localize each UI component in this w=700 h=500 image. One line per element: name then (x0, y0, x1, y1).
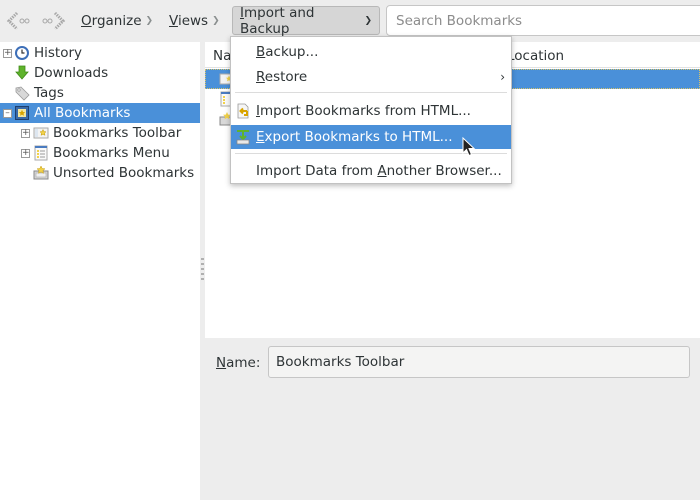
sidebar-item-label: Tags (34, 85, 64, 101)
unsorted-bookmarks-icon (33, 165, 49, 180)
sidebar-item-label: Downloads (34, 65, 109, 81)
sidebar-item-bookmarks-toolbar[interactable]: + Bookmarks Toolbar (0, 123, 200, 143)
chevron-down-icon: ❯ (145, 15, 154, 26)
sidebar-item-tags[interactable]: Tags (0, 83, 200, 103)
grip-dot (201, 273, 204, 275)
menu-item-import-from-browser[interactable]: Import Data from Another Browser... (231, 159, 511, 183)
menu-item-label: Import Data from Another Browser... (256, 163, 502, 179)
sidebar-item-label: Unsorted Bookmarks (53, 165, 195, 181)
sidebar-item-bookmarks-menu[interactable]: + Bookmarks Menu (0, 143, 200, 163)
menu-item-import-bookmarks-html[interactable]: Import Bookmarks from HTML... (231, 99, 511, 123)
search-bookmarks-input[interactable] (386, 5, 700, 36)
chevron-down-icon: ❯ (364, 15, 372, 26)
import-html-icon (237, 103, 249, 119)
bookmarks-toolbar-icon (33, 127, 49, 139)
views-menu-button[interactable]: Views ❯ (162, 6, 227, 35)
back-arrow-icon (6, 11, 30, 31)
bookmarks-menu-icon (34, 145, 48, 161)
back-button[interactable] (4, 8, 32, 34)
chevron-down-icon: ❯ (212, 15, 220, 26)
expand-icon[interactable]: + (21, 148, 30, 158)
menu-item-label: Import Bookmarks from HTML... (256, 103, 471, 119)
expand-icon[interactable]: + (3, 48, 12, 58)
menu-item-label: Restore (256, 69, 308, 85)
grip-dot (201, 263, 204, 265)
menu-item-label: Backup... (256, 44, 319, 60)
bookmarks-library-icon (15, 106, 29, 120)
sidebar-item-downloads[interactable]: Downloads (0, 63, 200, 83)
sidebar-item-label: Bookmarks Menu (53, 145, 170, 161)
organize-menu-button[interactable]: Organize ❯ (74, 6, 160, 35)
import-and-backup-label: Import and Backup (240, 4, 315, 37)
collapse-icon[interactable]: – (3, 108, 12, 118)
name-label: Name: (216, 355, 261, 371)
export-html-icon (236, 130, 250, 145)
sidebar-item-unsorted-bookmarks[interactable]: Unsorted Bookmarks (0, 163, 200, 183)
details-pane: Name: (205, 338, 700, 500)
sidebar-item-label: History (34, 45, 83, 61)
mouse-cursor-icon (462, 137, 476, 157)
import-and-backup-dropdown: Backup... Restore › Import Bookmarks fro… (230, 36, 512, 184)
tag-icon (15, 86, 30, 101)
submenu-arrow-icon: › (500, 70, 505, 84)
forward-button[interactable] (40, 8, 68, 34)
views-label: Views (169, 12, 209, 29)
menu-item-restore[interactable]: Restore › (231, 65, 511, 89)
import-and-backup-menu-button[interactable]: Import and Backup ❯ (232, 4, 380, 37)
grip-dot (201, 268, 204, 270)
name-field[interactable] (268, 346, 690, 378)
sidebar-tree: + History Downloads Tags – All Bookmarks… (0, 42, 200, 500)
grip-dot (201, 258, 204, 260)
clock-icon (15, 46, 29, 60)
organize-label: Organize (81, 12, 142, 29)
menu-separator (235, 92, 507, 93)
sidebar-item-all-bookmarks[interactable]: – All Bookmarks (0, 103, 200, 123)
menu-item-backup[interactable]: Backup... (231, 40, 511, 64)
column-header-location[interactable]: Location (507, 48, 564, 64)
download-arrow-icon (15, 65, 29, 80)
sidebar-item-label: All Bookmarks (34, 105, 131, 121)
forward-arrow-icon (42, 11, 66, 31)
expand-icon[interactable]: + (21, 128, 30, 138)
menu-item-label: Export Bookmarks to HTML... (256, 129, 453, 145)
sidebar-item-history[interactable]: + History (0, 43, 200, 63)
sidebar-item-label: Bookmarks Toolbar (53, 125, 182, 141)
grip-dot (201, 278, 204, 280)
